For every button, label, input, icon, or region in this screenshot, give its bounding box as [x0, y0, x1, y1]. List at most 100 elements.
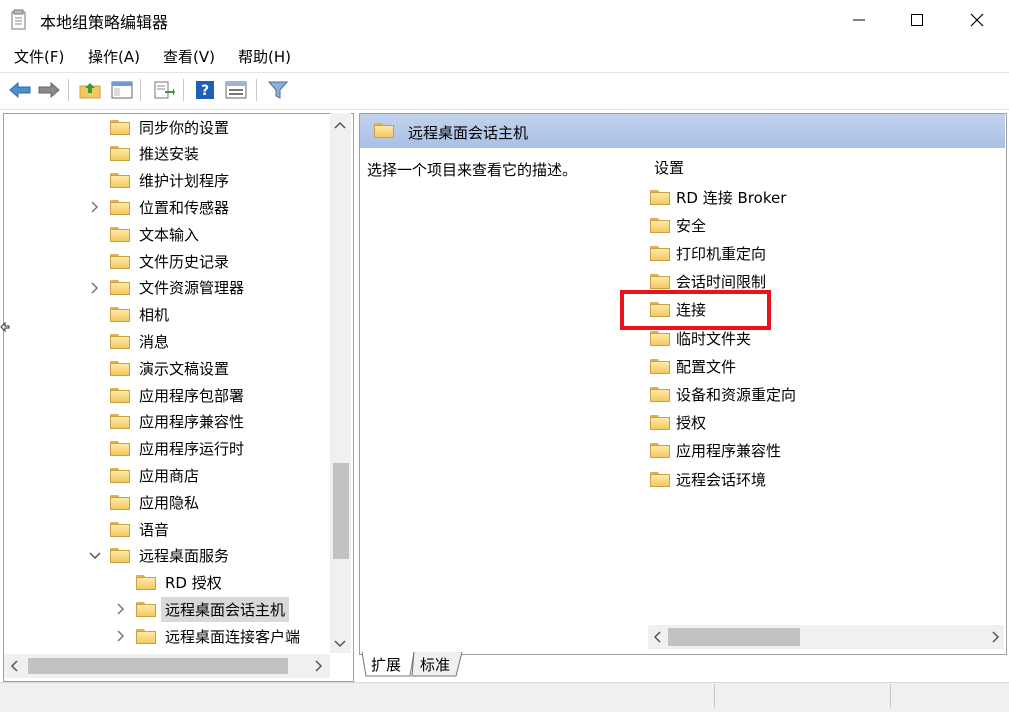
- show-hide-tree-icon[interactable]: [110, 79, 134, 101]
- settings-item[interactable]: 打印机重定向: [650, 240, 766, 266]
- tree-vertical-scrollbar[interactable]: [330, 113, 351, 653]
- tree-item-label: 相机: [139, 306, 170, 325]
- tab-extended[interactable]: 扩展: [371, 652, 401, 676]
- chevron-right-icon[interactable]: [88, 200, 102, 214]
- window-title: 本地组策略编辑器: [40, 13, 169, 32]
- folder-icon: [650, 471, 670, 487]
- settings-item[interactable]: RD 连接 Broker: [650, 184, 786, 210]
- folder-icon: [650, 217, 670, 233]
- menu-help[interactable]: 帮助(H): [238, 46, 291, 67]
- folder-icon: [110, 173, 130, 189]
- tree-item-label: 维护计划程序: [139, 172, 230, 191]
- tree-item[interactable]: 位置和传感器: [88, 194, 229, 220]
- settings-item[interactable]: 设备和资源重定向: [650, 381, 796, 407]
- help-icon[interactable]: ?: [193, 79, 217, 101]
- scroll-right-arrow-icon[interactable]: [992, 631, 1000, 646]
- settings-item-label: 安全: [676, 216, 707, 235]
- toolbar-separator: [68, 79, 69, 101]
- folder-icon: [650, 415, 670, 431]
- settings-item[interactable]: 安全: [650, 212, 706, 238]
- tree-item-label: 推送安装: [139, 145, 200, 164]
- chevron-right-icon[interactable]: [88, 281, 102, 295]
- folder-icon: [110, 360, 130, 376]
- folder-icon: [650, 443, 670, 459]
- tree-item[interactable]: 远程桌面连接客户端: [114, 623, 300, 649]
- tree-item[interactable]: 应用程序兼容性: [88, 409, 244, 435]
- tree-item[interactable]: 远程桌面会话主机: [114, 596, 290, 622]
- minimize-button[interactable]: [830, 0, 888, 40]
- settings-item[interactable]: 配置文件: [650, 353, 736, 379]
- tree-item[interactable]: 同步你的设置: [88, 114, 229, 140]
- settings-item[interactable]: 应用程序兼容性: [650, 438, 781, 464]
- folder-icon: [650, 386, 670, 402]
- settings-column-header[interactable]: 设置: [654, 157, 684, 178]
- tree-item[interactable]: 应用隐私: [88, 489, 199, 515]
- scroll-up-arrow-icon[interactable]: [334, 118, 346, 132]
- tree-item-label: 应用程序兼容性: [139, 413, 245, 432]
- settings-item[interactable]: 远程会话环境: [650, 466, 766, 492]
- export-list-icon[interactable]: [152, 79, 176, 101]
- scroll-right-arrow-icon[interactable]: [315, 660, 323, 675]
- tab-standard[interactable]: 标准: [420, 652, 450, 676]
- up-folder-icon[interactable]: [78, 79, 102, 101]
- tree-item[interactable]: 应用程序包部署: [88, 382, 244, 408]
- folder-icon: [650, 189, 670, 205]
- tree-item[interactable]: 相机: [88, 302, 169, 328]
- tree-item-label: 远程桌面服务: [139, 547, 230, 566]
- details-header-title: 远程桌面会话主机: [408, 124, 529, 142]
- tree-item-label: 消息: [139, 332, 170, 351]
- tree-item[interactable]: RD 授权: [114, 570, 222, 596]
- folder-icon: [650, 274, 670, 290]
- folder-icon: [110, 307, 130, 323]
- tree-item-label: 应用隐私: [139, 493, 200, 512]
- menu-action[interactable]: 操作(A): [88, 46, 140, 67]
- folder-icon: [110, 253, 130, 269]
- scroll-left-arrow-icon[interactable]: [653, 631, 661, 646]
- settings-item[interactable]: 连接: [650, 297, 706, 323]
- tree-horizontal-scroll-thumb[interactable]: [28, 658, 288, 674]
- chevron-down-icon[interactable]: [88, 549, 102, 563]
- folder-icon: [110, 280, 130, 296]
- settings-item-label: 设备和资源重定向: [676, 385, 797, 404]
- folder-icon: [650, 330, 670, 346]
- tree-item[interactable]: 远程桌面服务: [88, 543, 229, 569]
- menu-file[interactable]: 文件(F): [14, 46, 64, 67]
- scroll-left-arrow-icon[interactable]: [10, 660, 18, 675]
- menu-view[interactable]: 查看(V): [163, 46, 215, 67]
- tree-item[interactable]: 推送安装: [88, 141, 199, 167]
- folder-icon: [110, 119, 130, 135]
- back-icon[interactable]: [8, 79, 32, 101]
- tree-item[interactable]: 应用商店: [88, 462, 199, 488]
- folder-icon: [110, 414, 130, 430]
- description-text: 选择一个项目来查看它的描述。: [367, 161, 578, 179]
- scroll-down-arrow-icon[interactable]: [334, 637, 346, 651]
- folder-icon: [110, 333, 130, 349]
- settings-item[interactable]: 授权: [650, 410, 706, 436]
- folder-icon: [650, 302, 670, 318]
- settings-item[interactable]: 会话时间限制: [650, 269, 766, 295]
- tree-item[interactable]: 维护计划程序: [88, 168, 229, 194]
- tree-item[interactable]: 文件资源管理器: [88, 275, 244, 301]
- tree-item[interactable]: 文件历史记录: [88, 248, 229, 274]
- tree-item-label: 远程桌面连接客户端: [165, 627, 301, 646]
- tree-item[interactable]: 演示文稿设置: [88, 355, 229, 381]
- tree-item-label: 演示文稿设置: [139, 359, 230, 378]
- details-horizontal-scroll-thumb[interactable]: [668, 628, 800, 646]
- tree-item[interactable]: 应用程序运行时: [88, 436, 244, 462]
- tree-item[interactable]: 语音: [88, 516, 169, 542]
- maximize-button[interactable]: [888, 0, 946, 40]
- filter-icon[interactable]: [266, 79, 290, 101]
- settings-item[interactable]: 临时文件夹: [650, 325, 751, 351]
- svg-text:?: ?: [201, 83, 209, 99]
- tree-vertical-scroll-thumb[interactable]: [333, 463, 349, 559]
- view-icon[interactable]: [224, 79, 248, 101]
- forward-icon[interactable]: [37, 79, 61, 101]
- close-button[interactable]: [948, 0, 1006, 40]
- chevron-right-icon[interactable]: [114, 602, 128, 616]
- tree-item[interactable]: 消息: [88, 328, 169, 354]
- chevron-right-icon[interactable]: [114, 629, 128, 643]
- tree-item[interactable]: 文本输入: [88, 221, 199, 247]
